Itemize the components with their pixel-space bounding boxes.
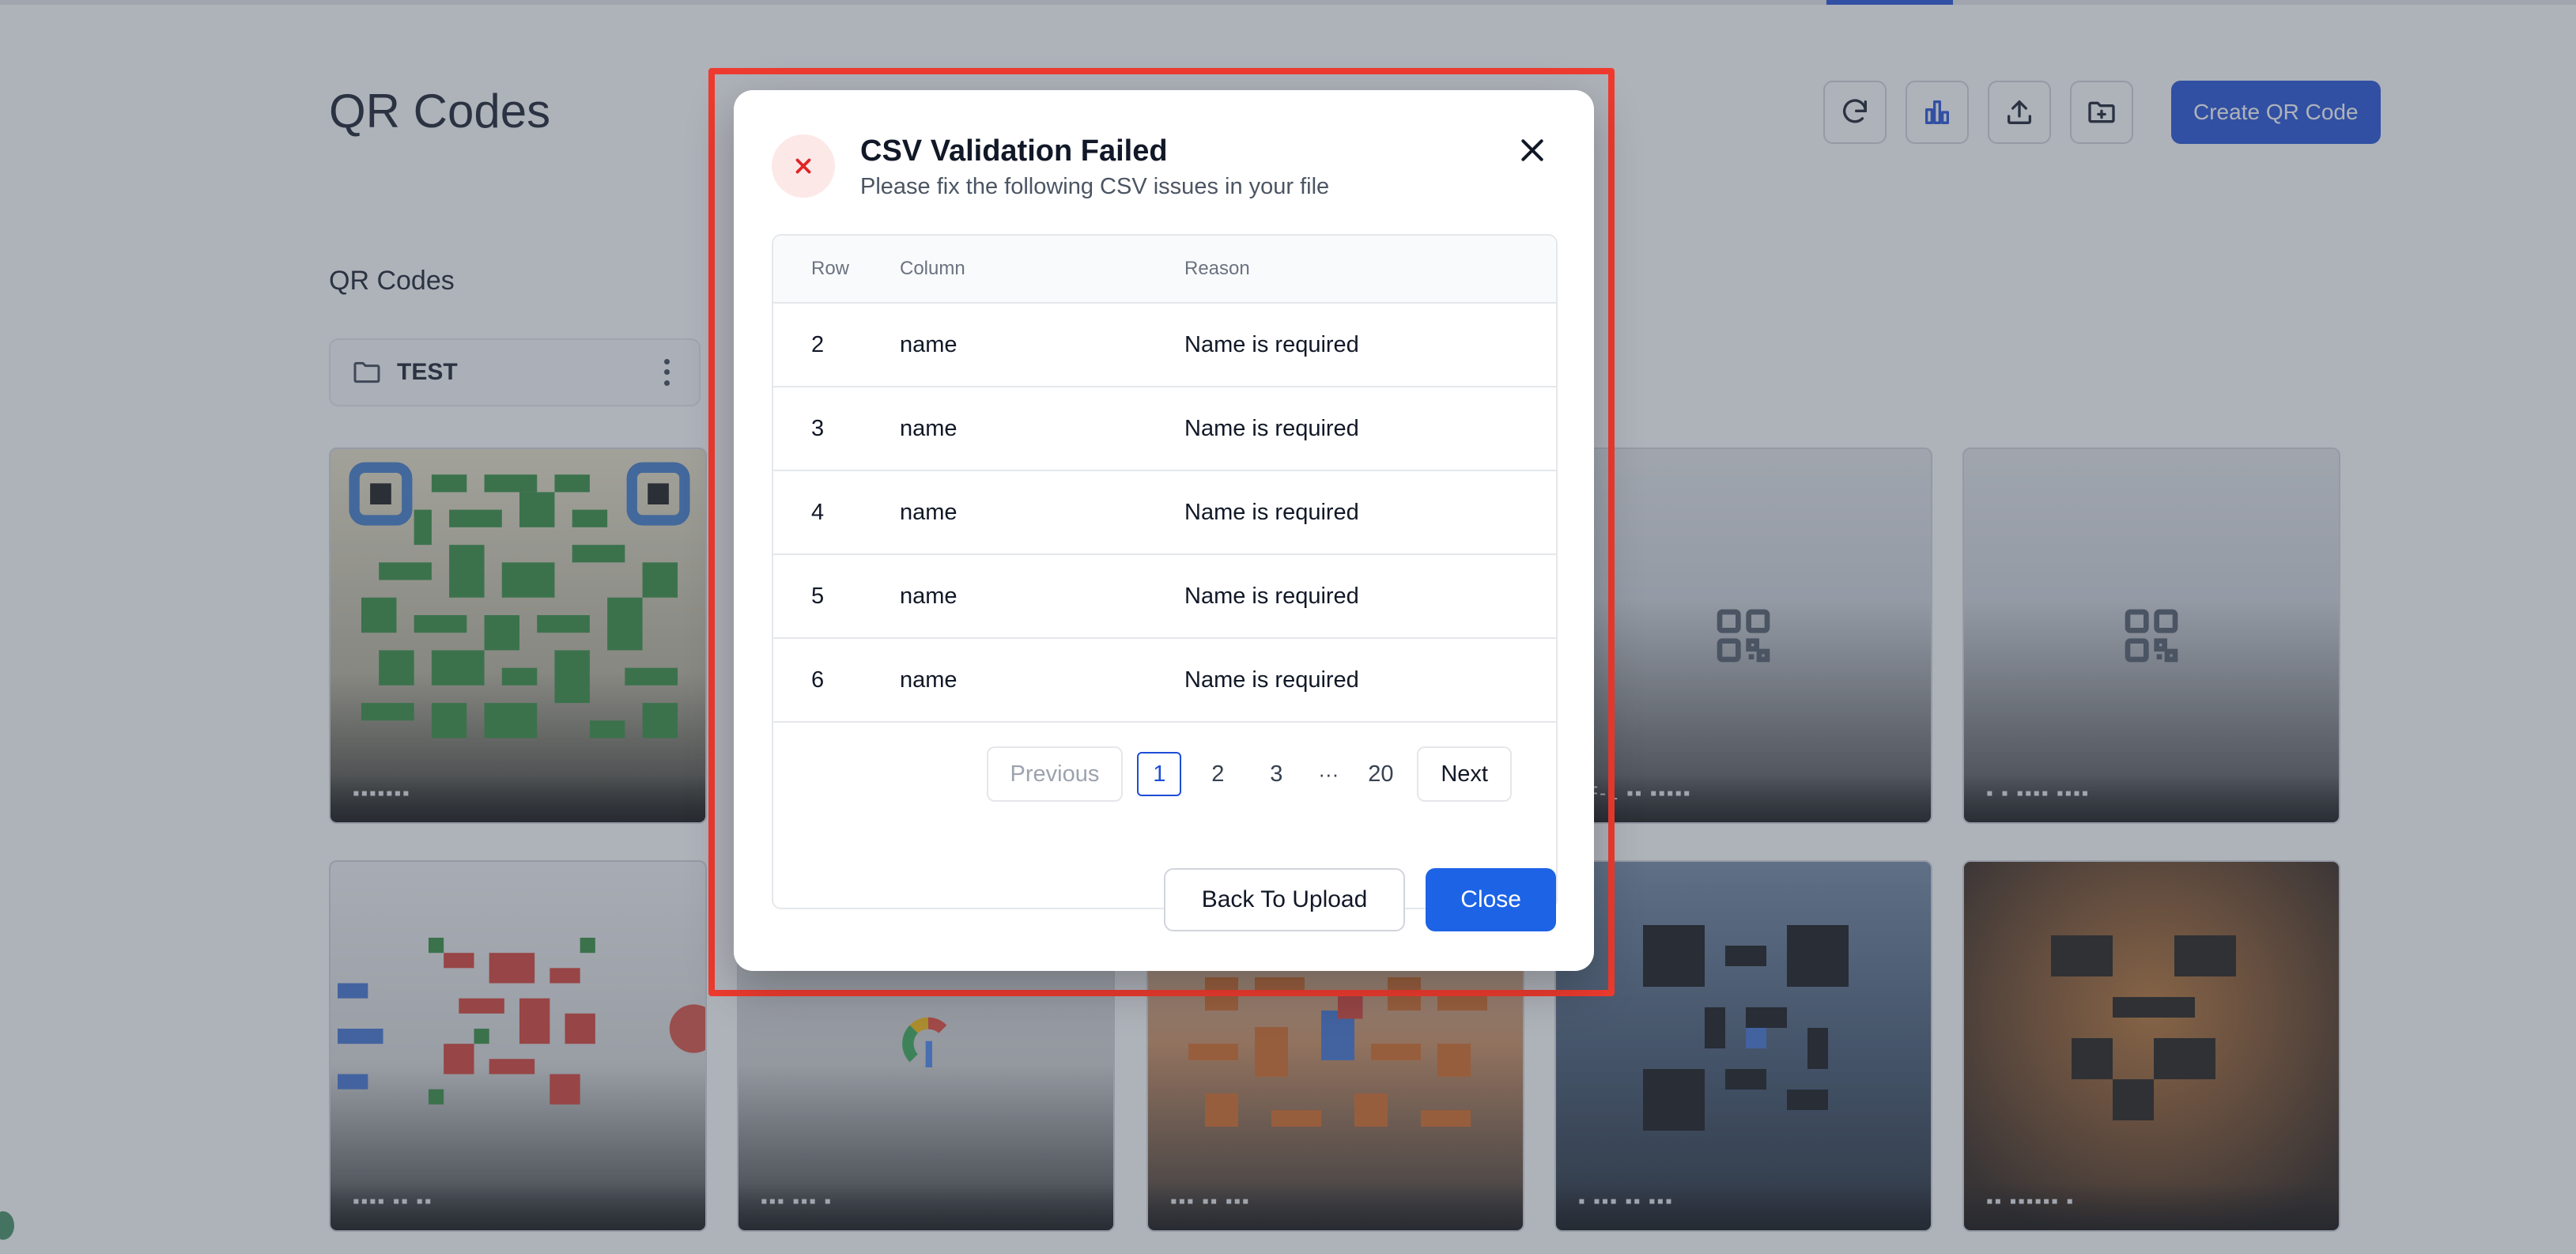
- modal-title: CSV Validation Failed: [860, 134, 1168, 168]
- column-header-column: Column: [900, 258, 965, 279]
- page-number-3[interactable]: 3: [1254, 752, 1298, 796]
- modal-subtitle: Please fix the following CSV issues in y…: [860, 174, 1330, 199]
- errors-table: Row Column Reason 2 name Name is require…: [772, 234, 1558, 909]
- modal-footer: Back To Upload Close: [1163, 868, 1556, 931]
- column-header-reason: Reason: [1184, 258, 1250, 279]
- table-row: 4 name Name is required: [773, 471, 1556, 555]
- page-number-2[interactable]: 2: [1195, 752, 1240, 796]
- cell-reason: Name is required: [1184, 415, 1359, 441]
- cell-reason: Name is required: [1184, 667, 1359, 693]
- cell-column: name: [900, 415, 958, 441]
- cell-row: 4: [811, 499, 825, 525]
- close-button[interactable]: Close: [1426, 868, 1556, 931]
- cell-column: name: [900, 499, 958, 525]
- previous-page-button[interactable]: Previous: [986, 746, 1124, 802]
- table-row: 5 name Name is required: [773, 555, 1556, 639]
- page-number-1[interactable]: 1: [1137, 752, 1182, 796]
- cell-row: 6: [811, 667, 825, 693]
- close-icon[interactable]: [1510, 128, 1554, 172]
- table-header: Row Column Reason: [773, 236, 1556, 304]
- csv-validation-modal: CSV Validation Failed Please fix the fol…: [734, 90, 1594, 971]
- column-header-row: Row: [811, 258, 850, 279]
- cell-column: name: [900, 331, 958, 357]
- cell-column: name: [900, 667, 958, 693]
- cell-row: 5: [811, 583, 825, 609]
- cell-row: 3: [811, 415, 825, 441]
- page-ellipsis: ···: [1318, 761, 1339, 786]
- cell-reason: Name is required: [1184, 499, 1359, 525]
- table-row: 3 name Name is required: [773, 387, 1556, 471]
- table-row: 6 name Name is required: [773, 639, 1556, 723]
- pagination: Previous 1 2 3 ··· 20 Next: [773, 723, 1556, 825]
- table-row: 2 name Name is required: [773, 304, 1556, 387]
- page-number-last[interactable]: 20: [1358, 752, 1403, 796]
- error-icon: [772, 134, 835, 198]
- cell-reason: Name is required: [1184, 331, 1359, 357]
- cell-column: name: [900, 583, 958, 609]
- cell-row: 2: [811, 331, 825, 357]
- cell-reason: Name is required: [1184, 583, 1359, 609]
- next-page-button[interactable]: Next: [1417, 746, 1512, 802]
- back-to-upload-button[interactable]: Back To Upload: [1163, 868, 1406, 931]
